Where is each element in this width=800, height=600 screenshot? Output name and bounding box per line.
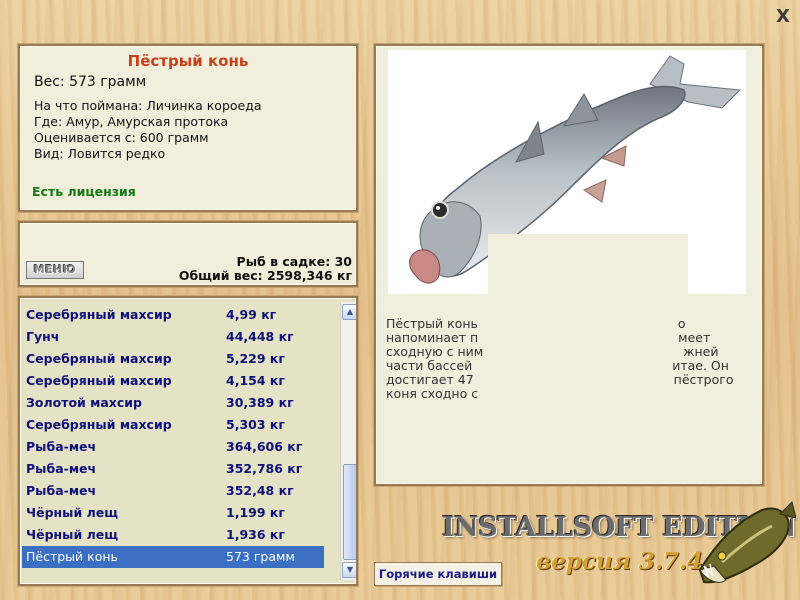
list-item[interactable]: Чёрный лещ 1,936 кг — [22, 524, 324, 546]
fish-weight-value: 1,199 кг — [226, 505, 285, 520]
desc-left: коня сходно с — [386, 386, 479, 401]
desc-right: о — [677, 316, 686, 331]
fish-name: Рыба-меч — [26, 439, 97, 454]
fish-name: Золотой махсир — [26, 395, 142, 410]
list-item[interactable]: Гунч 44,448 кг — [22, 326, 324, 348]
fish-weight-value: 4,99 кг — [226, 307, 277, 322]
catch-list: Серебряный махсир 4,99 кг Гунч 44,448 кг Сер… — [22, 304, 324, 568]
fish-weight-value: 5,229 кг — [226, 351, 285, 366]
license-status: Есть лицензия — [32, 184, 136, 199]
fish-picture-panel: Пёстрый конь о напоминает п меет сходную с… — [374, 44, 764, 486]
list-scrollbar[interactable]: ▲ ▼ — [340, 302, 356, 580]
fish-description: Пёстрый конь о напоминает п меет сходную с… — [386, 317, 748, 401]
list-item[interactable]: Серебряный махсир 5,303 кг — [22, 414, 324, 436]
scroll-down-icon[interactable]: ▼ — [342, 562, 356, 578]
scroll-thumb[interactable] — [343, 464, 356, 560]
fish-info-panel: Пёстрый конь Вес: 573 грамм На что пойма… — [18, 44, 358, 212]
desc-left: напоминает п — [386, 330, 479, 345]
fish-weight-value: 573 грамм — [226, 549, 295, 564]
list-item[interactable]: Золотой махсир 30,389 кг — [22, 392, 324, 414]
catch-list-panel: Серебряный махсир 4,99 кг Гунч 44,448 кг Сер… — [18, 296, 358, 586]
desc-right: меет — [678, 330, 711, 345]
fish-name: Чёрный лещ — [26, 505, 119, 520]
fish-name: Рыба-меч — [26, 461, 97, 476]
fish-details: На что поймана: Личинка короеда Где: Аму… — [34, 98, 262, 162]
list-item[interactable]: Рыба-меч 352,48 кг — [22, 480, 324, 502]
fish-weight-value: 30,389 кг — [226, 395, 294, 410]
fish-weight-value: 352,48 кг — [226, 483, 294, 498]
desc-left: сходную с ним — [386, 344, 484, 359]
list-item[interactable]: Рыба-меч 352,786 кг — [22, 458, 324, 480]
desc-left: достигает 47 — [386, 372, 474, 387]
keepnet-stats-panel: МЕНЮ Рыб в садке: 30 Общий вес: 2598,346… — [18, 221, 358, 287]
list-item[interactable]: Серебряный махсир 4,99 кг — [22, 304, 324, 326]
fish-title: Пёстрый конь — [127, 52, 249, 70]
list-item[interactable]: Рыба-меч 364,606 кг — [22, 436, 324, 458]
fish-photo — [388, 50, 746, 298]
fish-weight-value: 352,786 кг — [226, 461, 303, 476]
fish-name: Серебряный махсир — [26, 351, 172, 366]
fish-weight: Вес: 573 грамм — [34, 74, 147, 90]
fish-name: Серебряный махсир — [26, 307, 172, 322]
menu-button[interactable]: МЕНЮ — [26, 261, 84, 279]
close-button[interactable]: X — [774, 8, 792, 26]
fish-name: Гунч — [26, 329, 60, 344]
fish-name: Чёрный лещ — [26, 527, 119, 542]
fish-name: Серебряный махсир — [26, 373, 172, 388]
list-item[interactable]: Чёрный лещ 1,199 кг — [22, 502, 324, 524]
total-weight: Общий вес: 2598,346 кг — [178, 268, 352, 283]
fish-weight-value: 5,303 кг — [226, 417, 285, 432]
edition-branding: INSTALLSOFT EDITION версия 3.7.4 — [436, 510, 797, 575]
photo-occluder — [488, 234, 688, 298]
fish-name: Серебряный махсир — [26, 417, 172, 432]
fish-weight-value: 44,448 кг — [226, 329, 294, 344]
fish-name: Пёстрый конь — [26, 549, 118, 564]
desc-right: жней — [683, 344, 719, 359]
fish-name: Рыба-меч — [26, 483, 97, 498]
detail-rarity: Вид: Ловится редко — [34, 146, 166, 161]
detail-bait: На что поймана: Личинка короеда — [34, 98, 262, 113]
scroll-up-icon[interactable]: ▲ — [342, 304, 356, 320]
list-item[interactable]: Пёстрый конь 573 грамм — [22, 546, 324, 568]
fish-weight-value: 4,154 кг — [226, 373, 285, 388]
list-item[interactable]: Серебряный махсир 4,154 кг — [22, 370, 324, 392]
detail-value: Оценивается с: 600 грамм — [34, 130, 209, 145]
detail-location: Где: Амур, Амурская протока — [34, 114, 229, 129]
desc-right: итае. Он — [672, 358, 729, 373]
pike-logo — [692, 500, 797, 590]
list-item[interactable]: Серебряный махсир 5,229 кг — [22, 348, 324, 370]
fish-count: Рыб в садке: 30 — [236, 254, 352, 269]
version-label: версия 3.7.4 — [536, 548, 703, 575]
fish-weight-value: 364,606 кг — [226, 439, 303, 454]
fish-weight-value: 1,936 кг — [226, 527, 285, 542]
desc-left: части бассей — [386, 358, 473, 373]
desc-right: пёстрого — [673, 372, 734, 387]
desc-left: Пёстрый конь — [386, 316, 478, 331]
